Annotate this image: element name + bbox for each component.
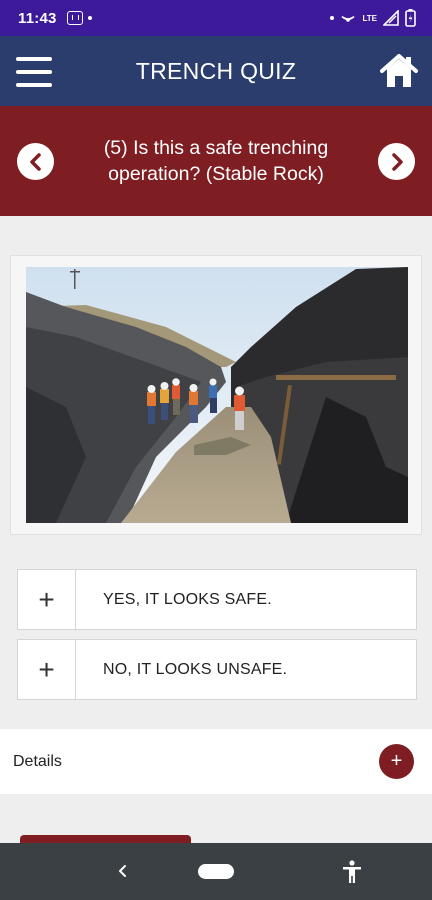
app-bar: TRENCH QUIZ xyxy=(0,36,432,106)
accessibility-button[interactable] xyxy=(340,859,364,885)
network-type: LTE xyxy=(362,13,377,23)
system-home-button[interactable] xyxy=(198,864,234,879)
details-label: Details xyxy=(13,752,62,770)
sim-icon xyxy=(66,11,83,25)
answer-expand-icon: + xyxy=(18,570,76,629)
status-dot-icon xyxy=(330,16,335,20)
signal-icon xyxy=(383,10,399,26)
previous-question-button[interactable] xyxy=(17,143,54,180)
menu-button[interactable] xyxy=(16,57,52,87)
menu-icon-line xyxy=(16,83,52,87)
status-time: 11:43 xyxy=(18,9,57,27)
battery-icon xyxy=(405,9,416,27)
hotspot-icon xyxy=(341,15,356,22)
status-left-icons xyxy=(66,11,92,25)
home-button[interactable] xyxy=(380,53,418,89)
accessibility-icon xyxy=(343,860,361,883)
system-nav-bar xyxy=(0,843,432,900)
answer-expand-icon: + xyxy=(18,640,76,699)
next-question-button[interactable] xyxy=(378,143,415,180)
status-right-icons: LTE xyxy=(330,9,416,27)
home-icon xyxy=(380,54,418,87)
chevron-right-icon xyxy=(391,152,403,171)
details-expand-button[interactable]: + xyxy=(379,744,414,779)
answer-option-unsafe[interactable]: + NO, IT LOOKS UNSAFE. xyxy=(17,639,417,700)
details-row[interactable]: Details + xyxy=(0,729,432,794)
menu-icon-line xyxy=(16,70,52,74)
answer-option-safe[interactable]: + YES, IT LOOKS SAFE. xyxy=(17,569,417,630)
image-card xyxy=(10,255,422,535)
app-title: TRENCH QUIZ xyxy=(135,57,297,84)
answer-label: NO, IT LOOKS UNSAFE. xyxy=(103,660,288,678)
menu-icon xyxy=(16,57,52,61)
question-bar: (5) Is this a safe trenching operation? … xyxy=(0,106,432,216)
status-bar: 11:43 LTE xyxy=(0,0,432,36)
answer-label: YES, IT LOOKS SAFE. xyxy=(103,590,272,608)
question-text: (5) Is this a safe trenching operation? … xyxy=(103,137,329,185)
trench-photo xyxy=(26,267,408,523)
chevron-left-icon xyxy=(29,152,41,171)
back-icon xyxy=(119,865,126,877)
system-back-button[interactable] xyxy=(112,859,134,883)
notification-dot-icon xyxy=(87,16,92,20)
